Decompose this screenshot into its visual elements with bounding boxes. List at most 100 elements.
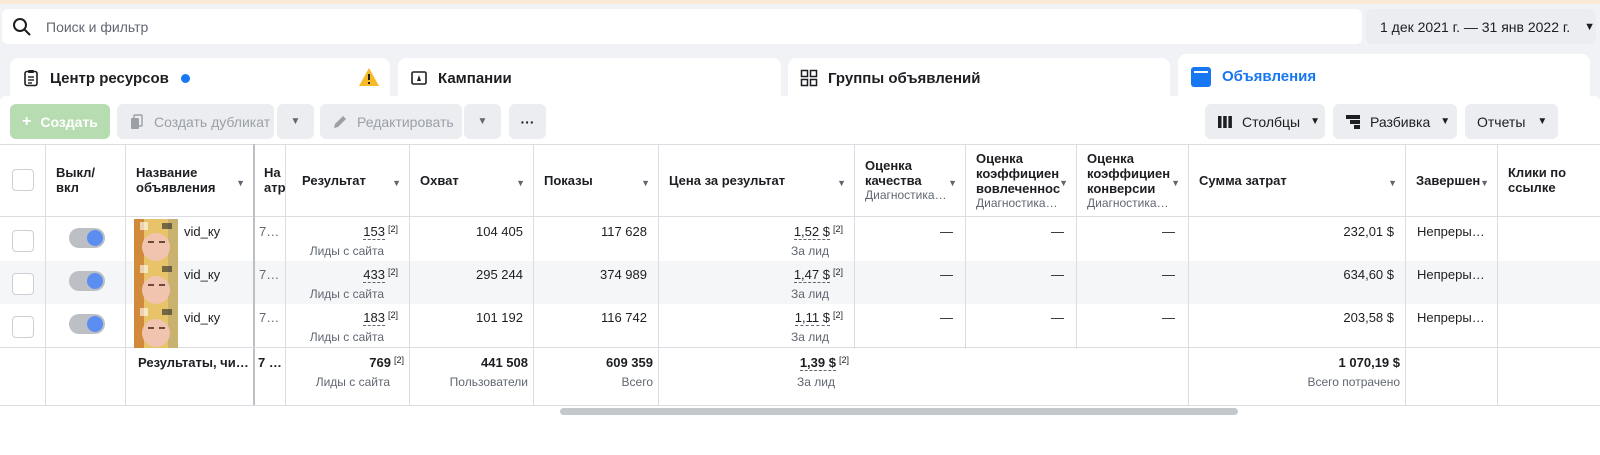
- reach-value: 104 405: [476, 224, 523, 239]
- header-label: Результат: [302, 172, 366, 188]
- result-value[interactable]: 153 [2]: [286, 224, 398, 240]
- toggle-knob: [87, 230, 103, 246]
- tab-label: Центр ресурсов: [50, 69, 169, 87]
- cost-value[interactable]: 1,47 $ [2]: [659, 267, 843, 283]
- ad-name[interactable]: vid_ку: [184, 267, 220, 282]
- result-type: Лиды с сайта: [309, 330, 384, 344]
- cost-value[interactable]: 1,52 $ [2]: [659, 224, 843, 240]
- header-link-clicks[interactable]: Клики по ссылке: [1498, 144, 1600, 217]
- header-label: Оценка коэффициен конверсии: [1087, 151, 1171, 196]
- ad-name[interactable]: vid_ку: [184, 310, 220, 325]
- header-quality[interactable]: Оценка качества Диагностика… ▼: [855, 144, 966, 217]
- header-label: Оценка коэффициен вовлеченнос: [976, 151, 1061, 196]
- row-checkbox[interactable]: [12, 273, 34, 295]
- date-range-picker[interactable]: 1 дек 2021 г. — 31 янв 2022 г. ▼: [1366, 9, 1596, 44]
- header-select-all: [0, 144, 46, 217]
- breakdown-button[interactable]: Разбивка ▼: [1333, 104, 1457, 139]
- result-number: 153: [363, 224, 385, 240]
- edit-button[interactable]: Редактировать: [320, 104, 462, 139]
- tab-account-overview[interactable]: Центр ресурсов: [10, 58, 390, 98]
- totals-result-type: Лиды с сайта: [315, 375, 390, 389]
- impressions-value: 374 989: [600, 267, 647, 282]
- ad-thumbnail[interactable]: [134, 219, 178, 262]
- header-label: Цена за результат: [669, 172, 786, 188]
- result-value[interactable]: 433 [2]: [286, 267, 398, 283]
- search-filter-bar[interactable]: Поиск и фильтр: [2, 9, 1362, 44]
- ad-name[interactable]: vid_ку: [184, 224, 220, 239]
- plus-icon: +: [22, 112, 32, 130]
- header-result[interactable]: Результат ▼: [286, 144, 410, 217]
- totals-cost: 1,39 $ [2]: [659, 355, 849, 371]
- columns-button[interactable]: Столбцы ▼: [1205, 104, 1325, 139]
- tab-campaigns[interactable]: Кампании: [398, 58, 781, 98]
- ad-toggle[interactable]: [69, 271, 105, 291]
- edit-dropdown[interactable]: ▼: [464, 104, 501, 139]
- warning-icon[interactable]: [358, 67, 380, 87]
- header-na[interactable]: На атр: [254, 144, 286, 217]
- duplicate-label: Создать дубликат: [154, 113, 271, 130]
- row-checkbox[interactable]: [12, 316, 34, 338]
- date-range-label: 1 дек 2021 г. — 31 янв 2022 г.: [1380, 18, 1571, 35]
- horizontal-scrollbar[interactable]: [560, 408, 1238, 415]
- chevron-down-icon: ▼: [1440, 116, 1451, 127]
- footnote-marker: [2]: [393, 355, 404, 365]
- sort-caret-icon: ▼: [948, 178, 957, 188]
- ad-toggle[interactable]: [69, 314, 105, 334]
- totals-impressions: 609 359: [606, 355, 653, 370]
- impressions-value: 117 628: [600, 224, 647, 239]
- create-label: Создать: [40, 113, 98, 130]
- tab-ads[interactable]: Объявления: [1178, 54, 1590, 99]
- create-button[interactable]: + Создать: [10, 104, 110, 139]
- sort-caret-icon: ▼: [392, 178, 401, 188]
- header-onoff[interactable]: Выкл/ вкл: [46, 144, 126, 217]
- result-value[interactable]: 183 [2]: [286, 310, 398, 326]
- quality-value: —: [940, 310, 953, 325]
- select-all-checkbox[interactable]: [11, 169, 34, 191]
- row-checkbox[interactable]: [12, 230, 34, 252]
- top-notification-strip: [0, 0, 1600, 4]
- sort-caret-icon: ▼: [1171, 178, 1180, 188]
- breakdown-icon: [1346, 114, 1360, 129]
- footnote-marker: [2]: [387, 310, 398, 320]
- engagement-value: —: [1051, 267, 1064, 282]
- quality-value: —: [940, 224, 953, 239]
- totals-result-number: 769: [369, 355, 391, 370]
- header-amount-spent[interactable]: Сумма затрат ▼: [1189, 144, 1406, 217]
- cost-value[interactable]: 1,11 $ [2]: [659, 310, 843, 326]
- breakdown-label: Разбивка: [1370, 113, 1431, 130]
- header-label: Название объявления: [136, 165, 216, 195]
- sort-caret-icon: ▼: [837, 178, 846, 188]
- engagement-value: —: [1051, 310, 1064, 325]
- result-number: 183: [363, 310, 385, 326]
- totals-top-border: [0, 347, 1600, 348]
- header-impressions[interactable]: Показы ▼: [534, 144, 659, 217]
- ad-thumbnail[interactable]: [134, 305, 178, 348]
- totals-reach-type: Пользователи: [449, 375, 528, 389]
- header-ad-name[interactable]: Название объявления ▼: [126, 144, 254, 217]
- header-label: Показы: [544, 172, 593, 188]
- footnote-marker: [2]: [387, 224, 398, 234]
- header-sublabel: Диагностика…: [865, 188, 947, 202]
- header-ends[interactable]: Завершен ▼: [1406, 144, 1498, 217]
- chevron-down-icon: ▼: [1537, 116, 1548, 127]
- ad-na-value: 7…: [259, 224, 280, 239]
- cost-type: За лид: [791, 330, 829, 344]
- ad-toggle[interactable]: [69, 228, 105, 248]
- header-engagement[interactable]: Оценка коэффициен вовлеченнос Диагностика…: [966, 144, 1077, 217]
- duplicate-dropdown[interactable]: ▼: [277, 104, 314, 139]
- column-divider: [1405, 144, 1406, 406]
- chevron-down-icon: ▼: [1310, 116, 1321, 127]
- header-sublabel: Диагностика…: [1087, 196, 1169, 210]
- ends-value: Непреры…: [1417, 310, 1485, 325]
- reports-button[interactable]: Отчеты ▼: [1465, 104, 1558, 139]
- more-icon: ···: [520, 113, 535, 130]
- ad-thumbnail[interactable]: [134, 262, 178, 305]
- search-input[interactable]: Поиск и фильтр: [46, 19, 148, 35]
- totals-cost-number: 1,39 $: [799, 355, 836, 371]
- header-reach[interactable]: Охват ▼: [410, 144, 534, 217]
- header-conversion[interactable]: Оценка коэффициен конверсии Диагностика… ▼: [1077, 144, 1189, 217]
- header-cost-per-result[interactable]: Цена за результат ▼: [659, 144, 855, 217]
- more-options-button[interactable]: ···: [509, 104, 546, 139]
- duplicate-button[interactable]: Создать дубликат: [117, 104, 274, 139]
- tab-ad-sets[interactable]: Группы объявлений: [788, 58, 1170, 98]
